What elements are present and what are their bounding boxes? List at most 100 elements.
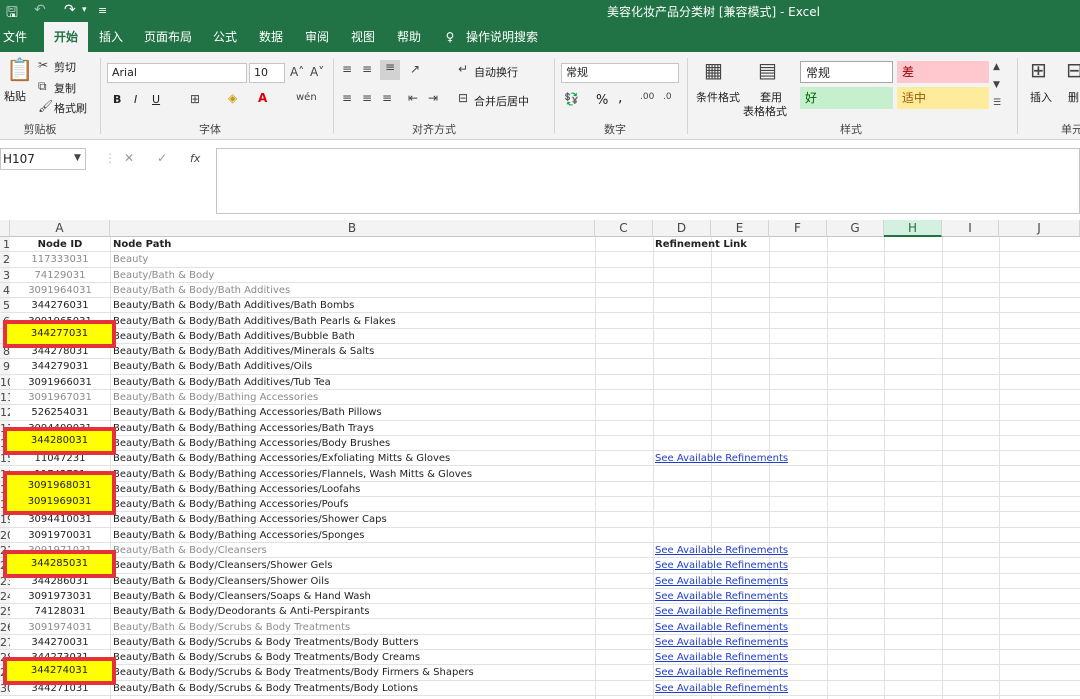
- col-header-e[interactable]: E: [711, 220, 769, 237]
- accounting-format-icon[interactable]: 💱: [564, 92, 579, 106]
- tab-page-layout[interactable]: 页面布局: [142, 22, 194, 52]
- paste-button[interactable]: 粘贴: [4, 88, 26, 104]
- enter-icon[interactable]: ✓: [157, 151, 167, 165]
- percent-button[interactable]: %: [596, 93, 608, 108]
- wrap-text-icon[interactable]: ↵: [458, 62, 468, 76]
- wrap-text-button[interactable]: 自动换行: [474, 64, 518, 80]
- table-format-button-line2[interactable]: 表格格式: [743, 103, 787, 119]
- row-number[interactable]: 24: [0, 588, 10, 605]
- cell-node-path[interactable]: Beauty/Bath & Body/Bathing Accessories/P…: [113, 497, 593, 512]
- insert-cells-icon[interactable]: ⊞: [1030, 58, 1047, 82]
- tab-data[interactable]: 数据: [256, 22, 286, 52]
- tab-insert[interactable]: 插入: [96, 22, 126, 52]
- cell-node-id[interactable]: 3091970031: [10, 528, 110, 543]
- decrease-indent-icon[interactable]: ⇤: [408, 91, 418, 105]
- phonetic-icon[interactable]: wén: [296, 92, 317, 103]
- refinement-link[interactable]: See Available Refinements: [655, 604, 855, 619]
- cell-node-path[interactable]: Beauty: [113, 252, 593, 267]
- delete-cells-button[interactable]: 删: [1068, 89, 1079, 105]
- cancel-icon[interactable]: ✕: [124, 151, 134, 165]
- cell-node-id[interactable]: 3091967031: [10, 390, 110, 405]
- cell-node-path[interactable]: Beauty/Bath & Body/Bathing Accessories/B…: [113, 421, 593, 436]
- tab-review[interactable]: 审阅: [302, 22, 332, 52]
- cell-node-path[interactable]: Beauty/Bath & Body/Bathing Accessories/E…: [113, 451, 593, 466]
- col-header-b[interactable]: B: [110, 220, 595, 237]
- insert-cells-button[interactable]: 插入: [1030, 89, 1052, 105]
- row-number[interactable]: 11: [0, 390, 10, 406]
- col-header-a[interactable]: A: [10, 220, 110, 237]
- worksheet-grid[interactable]: A B C D E F G H I J 1 Node ID Node Path Ref…: [0, 220, 1080, 699]
- bold-button[interactable]: B: [113, 93, 121, 106]
- cell-node-path[interactable]: Beauty/Bath & Body/Deodorants & Anti-Per…: [113, 604, 593, 619]
- row-number[interactable]: 20: [0, 527, 10, 543]
- refinement-link[interactable]: See Available Refinements: [655, 620, 855, 635]
- delete-cells-icon[interactable]: ⊟: [1066, 58, 1080, 82]
- font-size-select[interactable]: 10: [249, 63, 285, 83]
- row-number[interactable]: 1: [0, 237, 10, 253]
- cell-node-path[interactable]: Beauty/Bath & Body/Bathing Accessories/F…: [113, 467, 593, 482]
- cell-node-id[interactable]: 344276031: [10, 298, 110, 313]
- align-bottom-icon[interactable]: ≡: [380, 60, 400, 80]
- cell-node-path[interactable]: Beauty/Bath & Body/Scrubs & Body Treatme…: [113, 620, 593, 635]
- row-number[interactable]: 3: [0, 267, 10, 283]
- refinement-link[interactable]: See Available Refinements: [655, 635, 855, 650]
- refinement-link[interactable]: See Available Refinements: [655, 558, 855, 573]
- cell-node-path[interactable]: Beauty/Bath & Body/Scrubs & Body Treatme…: [113, 650, 593, 665]
- cell-header-node-path[interactable]: Node Path: [113, 237, 593, 252]
- cell-node-path[interactable]: Beauty/Bath & Body/Bathing Accessories/S…: [113, 528, 593, 543]
- col-header-j[interactable]: J: [999, 220, 1080, 237]
- tab-file[interactable]: 文件: [0, 22, 30, 52]
- col-header-f[interactable]: F: [769, 220, 827, 237]
- cell-node-id[interactable]: 3091964031: [10, 283, 110, 298]
- style-normal[interactable]: 常规: [800, 61, 893, 83]
- col-header-c[interactable]: C: [595, 220, 653, 237]
- cell-node-id[interactable]: 3091966031: [10, 375, 110, 390]
- col-header-d[interactable]: D: [653, 220, 711, 237]
- cell-header-refinement-link[interactable]: Refinement Link: [655, 237, 855, 252]
- style-neutral[interactable]: 适中: [897, 87, 989, 109]
- increase-decimal-icon[interactable]: .00: [640, 92, 654, 102]
- cell-node-path[interactable]: Beauty/Bath & Body/Bath Additives: [113, 283, 593, 298]
- align-left-icon[interactable]: ≡: [342, 91, 352, 105]
- conditional-format-button[interactable]: 条件格式: [696, 89, 740, 105]
- col-header-i[interactable]: I: [942, 220, 999, 237]
- tab-view[interactable]: 视图: [348, 22, 378, 52]
- row-number[interactable]: 9: [0, 359, 10, 375]
- row-number[interactable]: 27: [0, 634, 10, 651]
- underline-button[interactable]: U: [152, 93, 160, 106]
- row-number[interactable]: 2: [0, 252, 10, 268]
- italic-button[interactable]: I: [134, 93, 137, 106]
- styles-more-icon[interactable]: ☰: [993, 98, 1001, 108]
- cell-node-path[interactable]: Beauty/Bath & Body: [113, 268, 593, 283]
- cell-node-path[interactable]: Beauty/Bath & Body/Cleansers/Soaps & Han…: [113, 589, 593, 604]
- format-painter-icon[interactable]: 🖌: [38, 99, 53, 113]
- cell-node-path[interactable]: Beauty/Bath & Body/Scrubs & Body Treatme…: [113, 665, 593, 680]
- cut-icon[interactable]: ✂: [38, 58, 48, 72]
- refinement-link[interactable]: See Available Refinements: [655, 650, 855, 665]
- cell-node-id[interactable]: 526254031: [10, 405, 110, 420]
- customize-quick-access-icon[interactable]: ≡: [98, 4, 107, 17]
- row-number[interactable]: 26: [0, 619, 10, 635]
- align-center-icon[interactable]: ≡: [362, 91, 372, 105]
- cell-node-path[interactable]: Beauty/Bath & Body/Bath Additives/Minera…: [113, 344, 593, 359]
- cell-node-path[interactable]: Beauty/Bath & Body/Scrubs & Body Treatme…: [113, 635, 593, 650]
- col-header-h[interactable]: H: [884, 220, 942, 237]
- styles-scroll-up-icon[interactable]: ▲: [993, 62, 1000, 72]
- refinement-link[interactable]: See Available Refinements: [655, 665, 855, 680]
- cell-node-id[interactable]: 344270031: [10, 635, 110, 650]
- format-painter-button[interactable]: 格式刷: [54, 100, 87, 116]
- name-box-dropdown-icon[interactable]: ▼: [74, 153, 81, 163]
- cell-node-path[interactable]: Beauty/Bath & Body/Cleansers: [113, 543, 593, 558]
- refinement-link[interactable]: See Available Refinements: [655, 681, 855, 696]
- refinement-link[interactable]: See Available Refinements: [655, 543, 855, 558]
- font-color-icon[interactable]: A: [258, 91, 267, 105]
- select-all-corner[interactable]: [0, 220, 10, 237]
- cell-node-path[interactable]: Beauty/Bath & Body/Bathing Accessories/S…: [113, 512, 593, 527]
- dropdown-arrow-icon[interactable]: ▾: [82, 5, 87, 15]
- align-middle-icon[interactable]: ≡: [362, 62, 372, 76]
- fill-color-icon[interactable]: ◈: [228, 91, 237, 105]
- merge-center-button[interactable]: 合并后居中: [474, 93, 529, 109]
- cell-node-path[interactable]: Beauty/Bath & Body/Cleansers/Shower Oils: [113, 574, 593, 589]
- cell-node-path[interactable]: Beauty/Bath & Body/Bathing Accessories/B…: [113, 405, 593, 420]
- cell-node-path[interactable]: Beauty/Bath & Body/Scrubs & Body Treatme…: [113, 681, 593, 696]
